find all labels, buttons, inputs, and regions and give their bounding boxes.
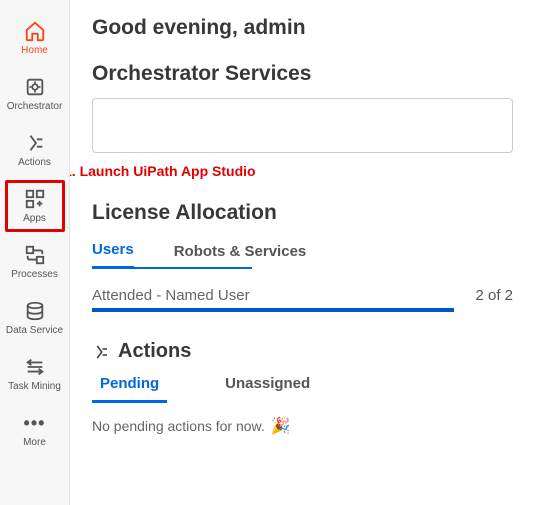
more-icon: ••• [24, 413, 46, 434]
tab-users[interactable]: Users [92, 237, 134, 269]
license-tabs: Users Robots & Services [92, 237, 513, 269]
orchestrator-icon [24, 76, 46, 98]
tab-pending[interactable]: Pending [92, 371, 167, 403]
apps-icon [24, 188, 46, 210]
actions-tabs: Pending Unassigned [92, 371, 513, 403]
license-title: License Allocation [92, 201, 513, 225]
sidebar-label: Apps [23, 213, 46, 224]
license-row: Attended - Named User 2 of 2 [92, 287, 513, 304]
sidebar: Home Orchestrator Actions Apps Processes… [0, 0, 70, 505]
sidebar-item-actions[interactable]: Actions [5, 124, 65, 176]
sidebar-label: Processes [11, 269, 58, 280]
sidebar-label: Task Mining [8, 381, 61, 392]
actions-empty-message: No pending actions for now. 🎉 [92, 416, 513, 436]
sidebar-item-home[interactable]: Home [5, 12, 65, 64]
main-content: Good evening, admin Orchestrator Service… [70, 0, 541, 505]
sidebar-item-orchestrator[interactable]: Orchestrator [5, 68, 65, 120]
sidebar-label: Home [21, 45, 48, 56]
sidebar-item-more[interactable]: ••• More [5, 404, 65, 456]
party-icon: 🎉 [271, 416, 291, 436]
annotation-text: 1. Launch UiPath App Studio [70, 163, 485, 179]
license-progress-bar [92, 308, 454, 312]
tab-unassigned[interactable]: Unassigned [217, 371, 318, 403]
sidebar-item-task-mining[interactable]: Task Mining [5, 348, 65, 400]
home-icon [24, 20, 46, 42]
actions-title: Actions [118, 340, 191, 363]
actions-section-icon [92, 343, 110, 361]
orchestrator-services-box [92, 98, 513, 153]
sidebar-item-apps[interactable]: Apps [5, 180, 65, 232]
sidebar-label: More [23, 437, 46, 448]
tab-robots[interactable]: Robots & Services [174, 239, 307, 268]
sidebar-label: Data Service [6, 325, 63, 336]
orchestrator-title: Orchestrator Services [92, 62, 513, 86]
actions-header: Actions [92, 340, 513, 363]
sidebar-item-data-service[interactable]: Data Service [5, 292, 65, 344]
greeting: Good evening, admin [92, 16, 513, 40]
license-attended-label: Attended - Named User [92, 287, 250, 304]
processes-icon [24, 244, 46, 266]
sidebar-item-processes[interactable]: Processes [5, 236, 65, 288]
license-attended-count: 2 of 2 [475, 287, 513, 304]
task-mining-icon [24, 356, 46, 378]
sidebar-label: Orchestrator [7, 101, 63, 112]
data-service-icon [24, 300, 46, 322]
actions-icon [24, 132, 46, 154]
actions-empty-text: No pending actions for now. [92, 418, 265, 434]
sidebar-label: Actions [18, 157, 51, 168]
